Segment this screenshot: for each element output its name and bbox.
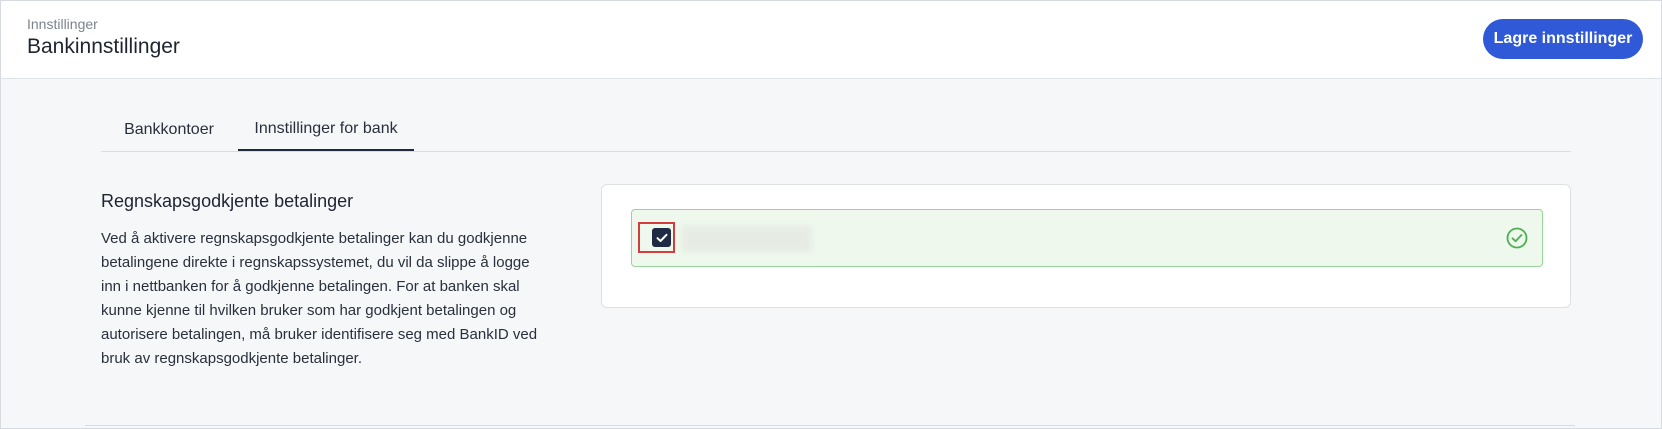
save-settings-button[interactable]: Lagre innstillinger	[1483, 19, 1643, 59]
blurred-account-name	[682, 226, 812, 252]
page-title: Bankinnstillinger	[27, 35, 180, 58]
breadcrumb[interactable]: Innstillinger	[27, 16, 98, 32]
section-description: Ved å aktivere regnskapsgodkjente betali…	[101, 230, 538, 367]
tab-bar: Bankkontoer Innstillinger for bank	[101, 109, 1571, 152]
check-icon	[656, 233, 667, 242]
bank-account-row[interactable]	[631, 209, 1543, 267]
tab-bank-settings[interactable]: Innstillinger for bank	[238, 109, 414, 151]
check-circle-icon	[1506, 227, 1528, 249]
section-title: Regnskapsgodkjente betalinger	[101, 191, 354, 211]
app-window: Innstillinger Bankinnstillinger Lagre in…	[0, 0, 1662, 429]
tab-bank-accounts[interactable]: Bankkontoer	[101, 109, 237, 150]
page-header: Innstillinger Bankinnstillinger Lagre in…	[1, 1, 1661, 79]
account-checkbox[interactable]	[652, 228, 671, 247]
divider	[85, 425, 1575, 426]
settings-card	[601, 184, 1571, 308]
